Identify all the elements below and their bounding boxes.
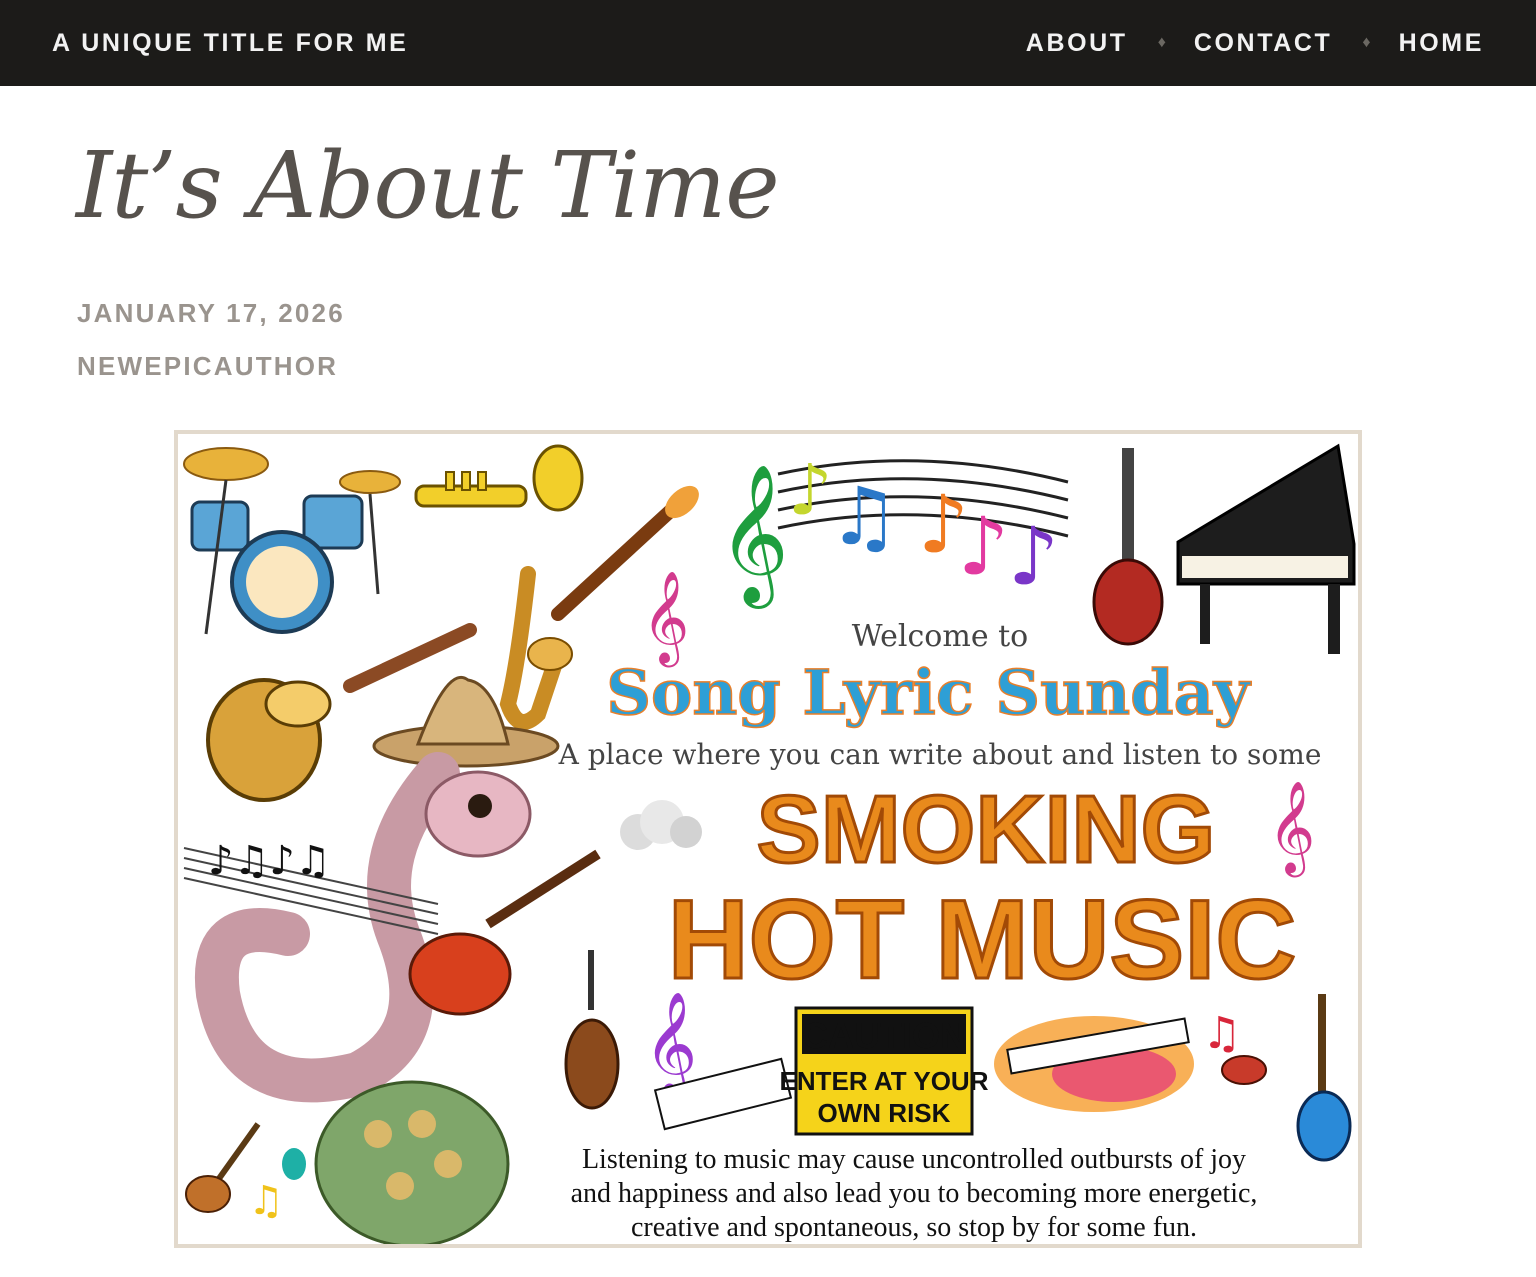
banner-footer-line-2: and happiness and also lead you to becom… bbox=[571, 1178, 1258, 1209]
trumpet-icon bbox=[414, 444, 584, 512]
banner-title: Song Lyric Sunday bbox=[606, 656, 1252, 729]
caution-title: CAUTION bbox=[802, 1015, 966, 1056]
banner-footer-line-3: creative and spontaneous, so stop by for… bbox=[631, 1212, 1197, 1243]
banner-fire-line-2: HOT MUSIC bbox=[668, 877, 1296, 1002]
tuba-icon bbox=[206, 678, 332, 802]
recorder-icon bbox=[343, 623, 477, 693]
banner-tagline: A place where you can write about and li… bbox=[558, 738, 1322, 771]
treble-clef-icon: 𝄞 bbox=[1268, 780, 1315, 877]
main-nav: ABOUT ♦ CONTACT ♦ HOME bbox=[1026, 29, 1484, 58]
banner-fire-line-1: SMOKING bbox=[757, 776, 1216, 883]
colorful-music-icon: 𝄞 bbox=[644, 991, 793, 1131]
nav-separator-icon: ♦ bbox=[1157, 34, 1166, 51]
drum-icon: ♫ bbox=[1202, 1008, 1267, 1085]
svg-text:♪♫♪♫: ♪♫♪♫ bbox=[208, 838, 331, 884]
svg-text:♪: ♪ bbox=[788, 449, 833, 531]
treble-clef-icon: 𝄞 bbox=[642, 570, 689, 667]
caution-line-1: ENTER AT YOUR bbox=[780, 1066, 989, 1096]
svg-text:𝄞: 𝄞 bbox=[718, 464, 789, 609]
post-title: It’s About Time bbox=[76, 132, 780, 239]
music-staff-icon: 𝄞 ♪ ♫ ♪ ♪ ♪ bbox=[718, 449, 1069, 609]
nav-item-contact[interactable]: CONTACT bbox=[1194, 29, 1333, 58]
banner-footer-line-1: Listening to music may cause uncontrolle… bbox=[582, 1144, 1246, 1175]
site-title-link[interactable]: A UNIQUE TITLE FOR ME bbox=[52, 29, 408, 58]
worm-character-icon bbox=[194, 752, 601, 1103]
piano-swirl-icon bbox=[994, 1016, 1194, 1112]
violin-icon bbox=[564, 950, 620, 1110]
blue-guitar-icon bbox=[1296, 994, 1352, 1162]
svg-text:♪: ♪ bbox=[958, 500, 1009, 593]
featured-image[interactable]: 𝄞 ♪ ♫ ♪ ♪ ♪ 𝄞 Welcome to Song Lyric Sund… bbox=[174, 430, 1362, 1248]
caution-sign-icon: CAUTION ENTER AT YOUR OWN RISK bbox=[780, 1006, 989, 1136]
svg-text:♫: ♫ bbox=[1202, 1008, 1241, 1059]
acoustic-guitar-icon: ♫ bbox=[185, 1122, 306, 1224]
saxophone-icon bbox=[499, 566, 573, 730]
svg-text:♫: ♫ bbox=[828, 470, 900, 563]
post-author-link[interactable]: NEWEPICAUTHOR bbox=[77, 351, 338, 382]
nav-item-about[interactable]: ABOUT bbox=[1026, 29, 1128, 58]
smoke-icon bbox=[620, 800, 702, 850]
nav-item-home[interactable]: HOME bbox=[1399, 29, 1484, 58]
svg-text:♫: ♫ bbox=[248, 1178, 284, 1224]
drum-kit-icon bbox=[183, 447, 401, 635]
post-date[interactable]: JANUARY 17, 2026 bbox=[77, 298, 345, 329]
caution-line-2: OWN RISK bbox=[818, 1098, 951, 1128]
grand-piano-icon bbox=[1176, 443, 1356, 654]
banner-welcome: Welcome to bbox=[852, 619, 1028, 654]
cactus-rock-icon bbox=[314, 1080, 510, 1244]
nav-separator-icon: ♦ bbox=[1362, 34, 1371, 51]
svg-text:♪: ♪ bbox=[1008, 510, 1059, 603]
song-lyric-sunday-banner: 𝄞 ♪ ♫ ♪ ♪ ♪ 𝄞 Welcome to Song Lyric Sund… bbox=[183, 443, 1356, 1244]
top-navigation-bar: A UNIQUE TITLE FOR ME ABOUT ♦ CONTACT ♦ … bbox=[0, 0, 1536, 86]
electric-guitar-icon bbox=[1092, 448, 1164, 646]
